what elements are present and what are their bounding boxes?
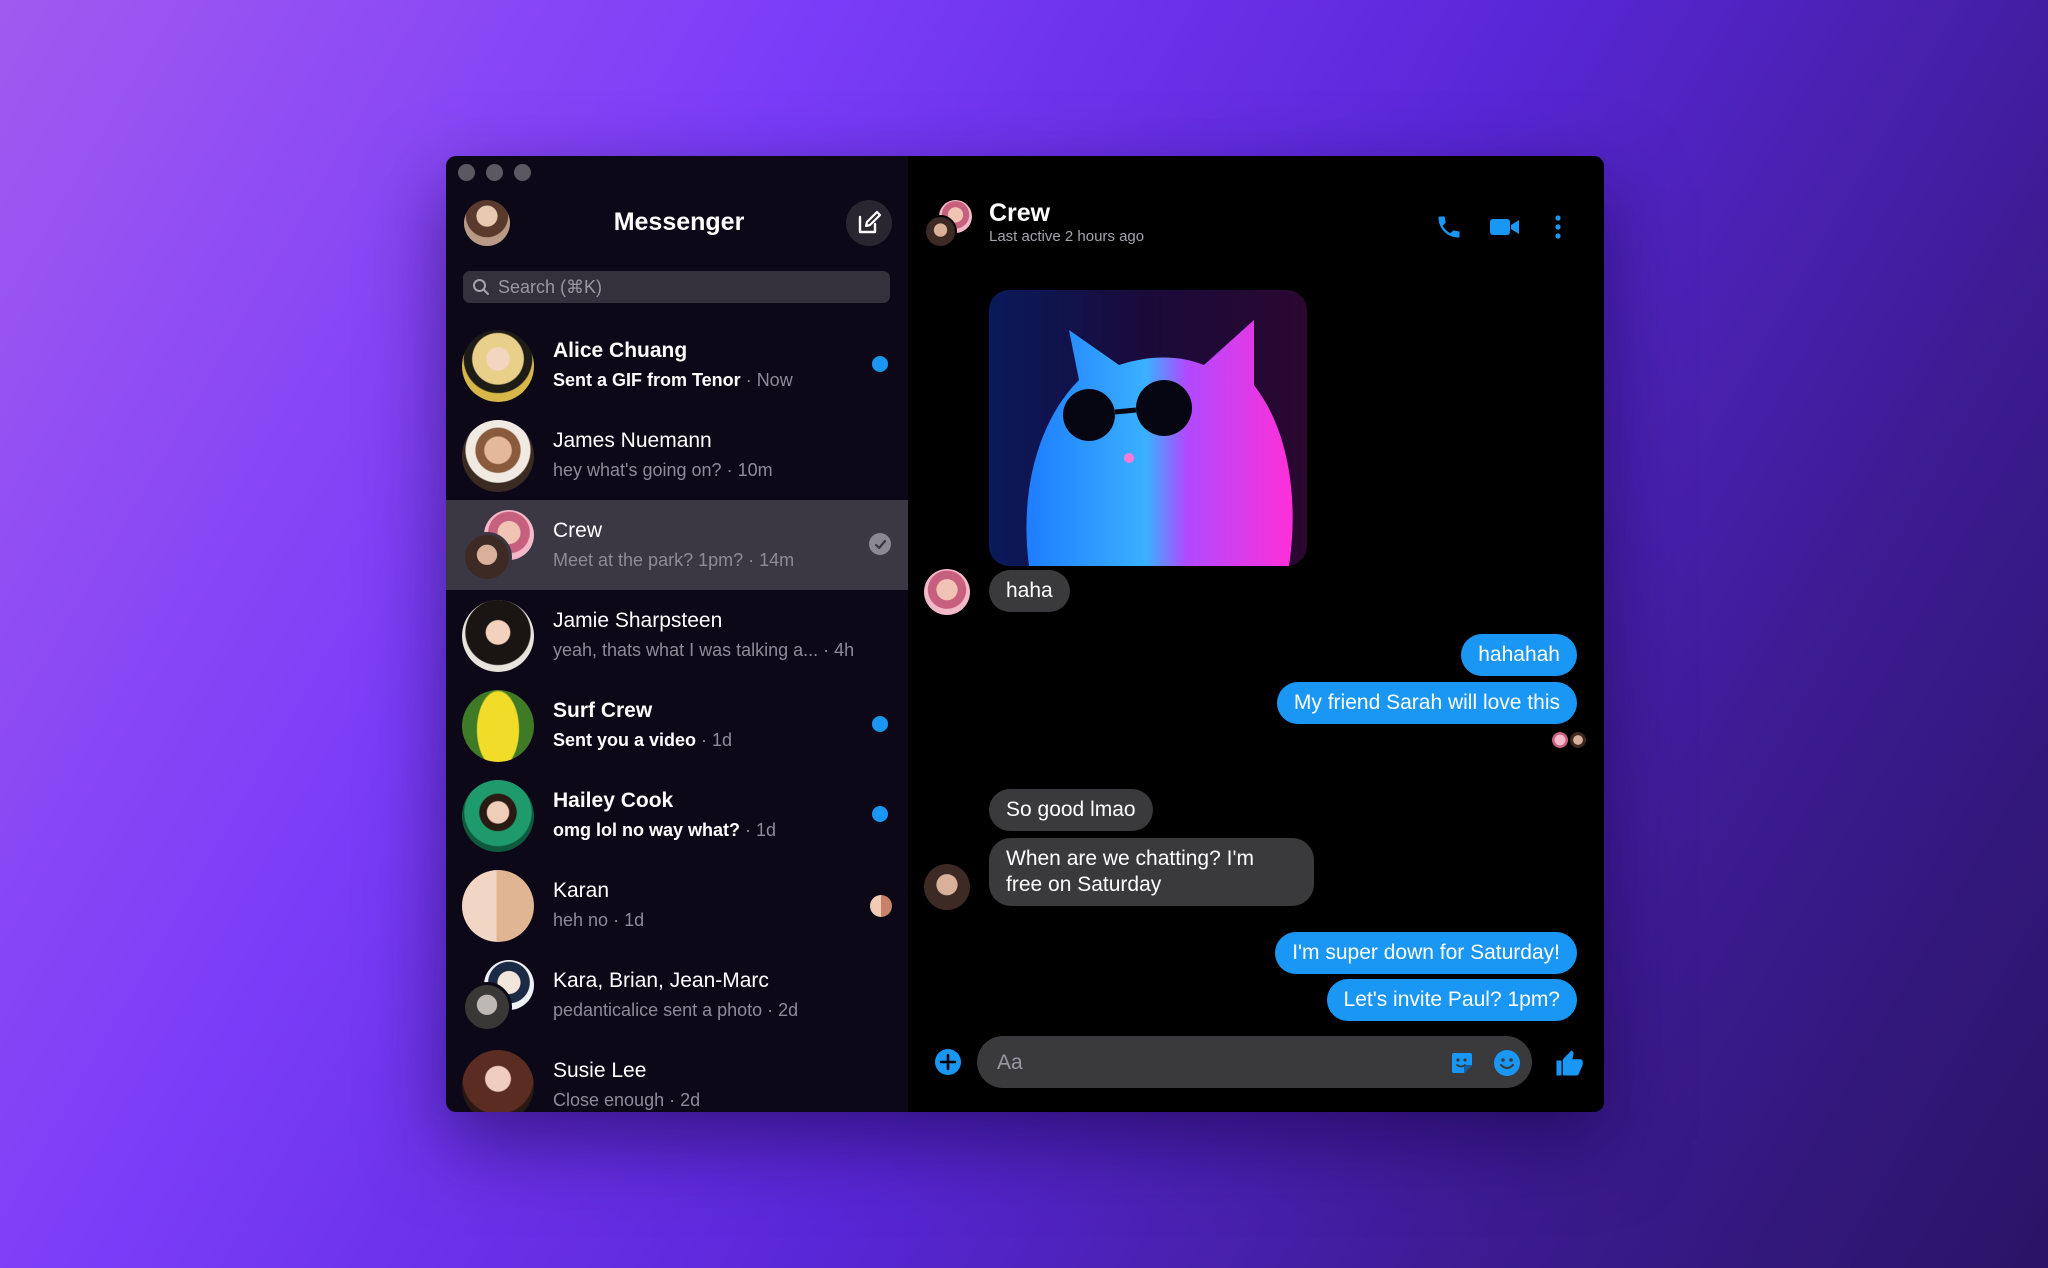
conversation-snippet: hey what's going on? · 10m [553, 460, 773, 480]
read-receipt-avatar [1552, 732, 1568, 748]
plus-circle-icon [935, 1049, 961, 1075]
window-controls [458, 164, 531, 181]
message-bubble-incoming[interactable]: haha [989, 570, 1070, 612]
read-receipt-avatar [1570, 732, 1586, 748]
sticker-icon [1452, 1053, 1472, 1073]
seen-avatar [870, 895, 892, 917]
conversation-item-crew[interactable]: Crew Meet at the park? 1pm? · 14m [446, 500, 908, 590]
avatar [462, 780, 534, 852]
chat-status: Last active 2 hours ago [989, 228, 1145, 245]
conversation-item-surf-crew[interactable]: Surf Crew Sent you a video · 1d [446, 680, 908, 770]
search-input[interactable] [496, 275, 880, 299]
cat-photo [989, 290, 1307, 566]
video-call-button[interactable] [1488, 210, 1522, 244]
message-bubble-outgoing[interactable]: hahahah [1461, 634, 1577, 676]
conversation-name: Jamie Sharpsteen [553, 609, 723, 632]
conversation-item-alice-chuang[interactable]: Alice Chuang Sent a GIF from Tenor · Now [446, 320, 908, 410]
conversation-name: Susie Lee [553, 1059, 647, 1082]
avatar[interactable] [924, 200, 972, 248]
message-line: When are we chatting? I'm [1006, 847, 1254, 870]
conversation-item-susie-lee[interactable]: Susie Lee Close enough · 2d [446, 1040, 908, 1112]
sticker-button[interactable] [1448, 1049, 1476, 1077]
conversation-item-jamie-sharpsteen[interactable]: Jamie Sharpsteen yeah, thats what I was … [446, 590, 908, 680]
conversation-item-kara-brian-jean-marc[interactable]: Kara, Brian, Jean-Marc pedanticalice sen… [446, 950, 908, 1040]
close-window-button[interactable] [458, 164, 475, 181]
avatar [462, 420, 534, 492]
avatar [462, 330, 534, 402]
unread-indicator [872, 806, 888, 822]
message-input-container [977, 1036, 1532, 1088]
message-bubble-incoming[interactable]: So good lmao [989, 789, 1153, 831]
avatar [462, 1050, 534, 1112]
conversation-name: Kara, Brian, Jean-Marc [553, 969, 769, 992]
chat-header: Crew Last active 2 hours ago [908, 156, 1604, 248]
conversation-name: James Nuemann [553, 429, 712, 452]
message-bubble-outgoing[interactable]: My friend Sarah will love this [1276, 682, 1577, 724]
compose-button[interactable] [846, 200, 892, 246]
phone-icon [1438, 216, 1460, 238]
conversation-item-hailey-cook[interactable]: Hailey Cook omg lol no way what? · 1d [446, 770, 908, 860]
message-composer [908, 1026, 1604, 1112]
thumbs-up-icon [1556, 1050, 1583, 1076]
messenger-window: Messenger Alice Chuang Sent a GIF fr [446, 156, 1604, 1112]
compose-icon [858, 210, 882, 234]
call-button[interactable] [1432, 210, 1466, 244]
chat-title[interactable]: Crew [989, 199, 1050, 228]
sidebar: Messenger Alice Chuang Sent a GIF fr [446, 156, 908, 1112]
conversation-name: Hailey Cook [553, 789, 674, 812]
conversation-name: Alice Chuang [553, 339, 688, 362]
message-bubble-outgoing[interactable]: I'm super down for Saturday! [1275, 932, 1577, 974]
conversation-name: Karan [553, 879, 610, 902]
avatar [924, 569, 970, 615]
message-input[interactable] [995, 1048, 1419, 1078]
search-icon [472, 277, 492, 297]
conversation-item-james-nuemann[interactable]: James Nuemann hey what's going on? · 10m [446, 410, 908, 500]
like-button[interactable] [1552, 1046, 1586, 1080]
avatar [462, 690, 534, 762]
more-vertical-icon [1555, 215, 1561, 239]
avatar [924, 864, 970, 910]
minimize-window-button[interactable] [486, 164, 503, 181]
conversation-snippet: Meet at the park? 1pm? · 14m [553, 550, 795, 570]
conversation-list: Alice Chuang Sent a GIF from Tenor · Now… [446, 320, 908, 1112]
app-title: Messenger [613, 208, 745, 236]
conversation-name: Crew [553, 519, 603, 542]
avatar [462, 510, 534, 582]
avatar [462, 600, 534, 672]
conversation-snippet: Sent you a video · 1d [553, 730, 733, 750]
conversation-item-karan[interactable]: Karan heh no · 1d [446, 860, 908, 950]
unread-indicator [872, 356, 888, 372]
conversation-snippet: omg lol no way what? · 1d [553, 820, 777, 840]
message-bubble-outgoing[interactable]: Let's invite Paul? 1pm? [1326, 979, 1577, 1021]
check-icon [869, 533, 891, 555]
video-camera-icon [1490, 219, 1519, 235]
add-attachment-button[interactable] [933, 1047, 963, 1077]
message-line: free on Saturday [1006, 873, 1162, 896]
conversation-snippet: Sent a GIF from Tenor · Now [553, 370, 793, 390]
avatar [462, 870, 534, 942]
more-options-button[interactable] [1541, 210, 1575, 244]
chat-panel: Crew Last active 2 hours ago haha hahaha… [908, 156, 1604, 1112]
shared-photo[interactable] [989, 290, 1307, 566]
search-bar [463, 271, 890, 303]
conversation-name: Surf Crew [553, 699, 653, 722]
sidebar-header: Messenger [464, 200, 894, 248]
emoji-icon [1494, 1050, 1520, 1076]
avatar [462, 960, 534, 1032]
message-bubble-incoming[interactable]: When are we chatting? I'm free on Saturd… [989, 838, 1314, 906]
conversation-snippet: pedanticalice sent a photo · 2d [553, 1000, 799, 1020]
conversation-snippet: yeah, thats what I was talking a... · 4h [553, 640, 855, 660]
conversation-snippet: heh no · 1d [553, 910, 645, 930]
maximize-window-button[interactable] [514, 164, 531, 181]
conversation-snippet: Close enough · 2d [553, 1090, 701, 1110]
emoji-button[interactable] [1492, 1048, 1522, 1078]
unread-indicator [872, 716, 888, 732]
